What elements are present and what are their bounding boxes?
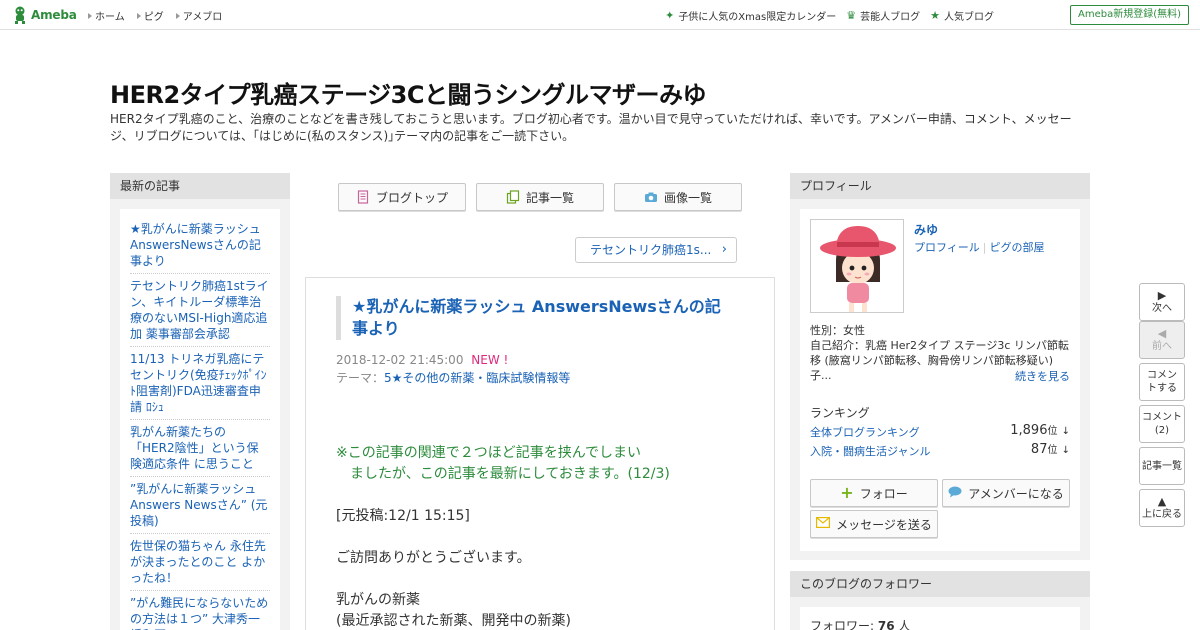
register-button[interactable]: Ameba新規登録(無料) [1069,5,1189,25]
blog-description: HER2タイプ乳癌のこと、治療のことなどを書き残しておこうと思います。ブログ初心… [110,112,1072,143]
recent-article-link[interactable]: ”がん難民にならないための方法は１つ” 大津秀一緩和医 [130,591,270,630]
tab-article-list[interactable]: 記事一覧 [476,183,604,211]
recent-articles-list: ★乳がんに新薬ラッシュ AnswersNewsさんの記事より テセントリク肺癌1… [120,209,280,630]
ranking-label[interactable]: 入院・闘病生活ジャンル [810,445,930,458]
blog-tabs: ブログトップ 記事一覧 画像一覧 [338,183,742,211]
new-badge: NEW ! [471,353,509,367]
copy-icon [506,190,520,204]
ranking-value: 1,896位 ↓ [1010,423,1070,438]
envelope-icon [816,517,831,531]
link-celebrity-blogs[interactable]: ♛ 芸能人ブログ [846,8,920,24]
ameba-logo[interactable]: Ameba [13,6,77,24]
recent-article-link[interactable]: 佐世保の猫ちゃん 永住先が決まったとのこと よかったね！ [130,534,270,591]
back-to-top-button[interactable]: ▲ 上に戻る [1139,489,1185,527]
article: ★乳がんに新薬ラッシュ AnswersNewsさんの記事より 2018-12-0… [305,277,775,630]
followers-count[interactable]: フォロワー: 76 人 [810,617,910,630]
ranking-label[interactable]: 全体ブログランキング [810,426,920,439]
star-icon: ★ [930,8,940,22]
pig-room-link[interactable]: ピグの部屋 [990,241,1045,254]
ranking-heading: ランキング [810,406,870,420]
article-meta: 2018-12-02 21:45:00 NEW ! [336,353,508,367]
profile-name[interactable]: みゆ [914,221,938,238]
sparkle-icon: ✦ [665,8,675,22]
profile-link[interactable]: プロフィール [914,241,980,254]
article-note-line: ※この記事の関連で２つほど記事を挟んでしまい [336,445,642,461]
ameba-logo-icon [13,6,27,24]
profile-sex: 性別：女性 [810,324,865,337]
article-paragraph: 乳がんの新薬 [336,592,420,608]
follow-button[interactable]: + フォロー [810,479,938,507]
comment-count-button[interactable]: コメント (2) [1139,405,1185,443]
tab-blog-top[interactable]: ブログトップ [338,183,466,211]
document-icon [356,190,370,204]
recent-article-link[interactable]: ”乳がんに新薬ラッシュ Answers Newsさん” (元投稿) [130,477,270,534]
profile-body: みゆ プロフィール | ピグの部屋 性別：女性 自己紹介：乳癌 Her2タイプ ステ… [800,209,1080,551]
article-theme: テーマ：5★その他の新薬・臨床試験情報等 [336,371,571,385]
profile-links: プロフィール | ピグの部屋 [914,241,1045,254]
prev-button[interactable]: ◀ 前へ [1139,321,1185,359]
recent-article-link[interactable]: 11/13 トリネガ乳癌にテセントリク(免疫ﾁｪｯｸﾎﾟｲﾝﾄ阻害剤)FDA迅速… [130,347,270,420]
article-title[interactable]: ★乳がんに新薬ラッシュ AnswersNewsさんの記事より [336,296,736,340]
recent-article-link[interactable]: テセントリク肺癌1stライン、キイトルーダ標準治療のないMSI-High適応追加… [130,274,270,347]
promo-links: ✦ 子供に人気のXmas限定カレンダー ♛ 芸能人ブログ ★ 人気ブログ [665,8,994,24]
theme-link[interactable]: 5★その他の新薬・臨床試験情報等 [384,371,570,385]
triangle-up-icon: ▲ [1157,494,1167,508]
avatar[interactable] [810,219,904,313]
article-paragraph: ご訪問ありがとうございます。 [336,550,531,566]
recent-article-link[interactable]: ★乳がんに新薬ラッシュ AnswersNewsさんの記事より [130,217,270,274]
global-header: Ameba ホーム ピグ アメブロ ✦ 子供に人気のXmas限定カレンダー ♛ 芸能… [0,0,1200,30]
global-nav: ホーム ピグ アメブロ [88,8,222,23]
triangle-right-icon [175,12,180,19]
link-popular-blogs[interactable]: ★ 人気ブログ [930,8,994,24]
triangle-right-icon [88,12,92,19]
send-message-button[interactable]: メッセージを送る [810,510,938,538]
article-note-line: ましたが、この記事を最新にしておきます。(12/3) [336,466,670,482]
chevron-right-icon: › [721,242,727,257]
speech-bubble-icon [948,486,962,501]
triangle-right-icon [136,12,141,19]
ranking-row-overall: 全体ブログランキング 1,896位 ↓ [810,423,1070,440]
recent-articles-panel: 最新の記事 ★乳がんに新薬ラッシュ AnswersNewsさんの記事より テセン… [110,173,290,630]
recent-article-link[interactable]: 乳がん新薬たちの「HER2陰性」という保険適応条件 に思うこと [130,420,270,477]
nav-home[interactable]: ホーム [88,8,125,23]
article-list-button[interactable]: 記事一覧 [1139,447,1185,485]
next-article-button[interactable]: テセントリク肺癌1s... › [575,237,737,263]
followers-body: フォロワー: 76 人 [800,607,1080,630]
article-body: ※この記事の関連で２つほど記事を挟んでしまい ましたが、この記事を最新にしておき… [336,443,756,630]
amember-button[interactable]: アメンバーになる [942,479,1070,507]
ranking-row-genre: 入院・闘病生活ジャンル 87位 ↓ [810,442,1070,459]
article-paragraph: [元投稿:12/1 15:15] [336,508,470,524]
floating-side-nav: ▶ 次へ ◀ 前へ コメントする コメント (2) 記事一覧 ▲ 上に戻る [1139,283,1185,531]
comment-button[interactable]: コメントする [1139,363,1185,401]
next-button[interactable]: ▶ 次へ [1139,283,1185,321]
panel-heading: 最新の記事 [110,173,290,199]
nav-pig[interactable]: ピグ [136,8,164,23]
profile-panel: プロフィール みゆ プロフィール | ピグの部屋 性別：女性 自己紹介：乳癌 H… [790,173,1090,560]
plus-icon: + [840,483,854,502]
article-datetime: 2018-12-02 21:45:00 [336,353,464,367]
ameba-logo-text: Ameba [31,8,77,22]
profile-more-link[interactable]: 続きを見る [1015,368,1070,384]
nav-ameblo[interactable]: アメブロ [175,8,222,23]
link-xmas-calendar[interactable]: ✦ 子供に人気のXmas限定カレンダー [665,8,836,24]
crown-icon: ♛ [846,8,857,22]
panel-heading: このブログのフォロワー [790,571,1090,597]
article-paragraph: (最近承認された新薬、開発中の新薬) [336,613,571,629]
camera-icon [644,190,658,204]
blog-title[interactable]: HER2タイプ乳癌ステージ3Cと闘うシングルマザーみゆ [110,75,707,110]
panel-heading: プロフィール [790,173,1090,199]
play-left-icon: ◀ [1157,326,1167,340]
play-right-icon: ▶ [1157,288,1167,302]
tab-image-list[interactable]: 画像一覧 [614,183,742,211]
ranking-value: 87位 ↓ [1030,442,1070,457]
followers-panel: このブログのフォロワー フォロワー: 76 人 [790,571,1090,630]
